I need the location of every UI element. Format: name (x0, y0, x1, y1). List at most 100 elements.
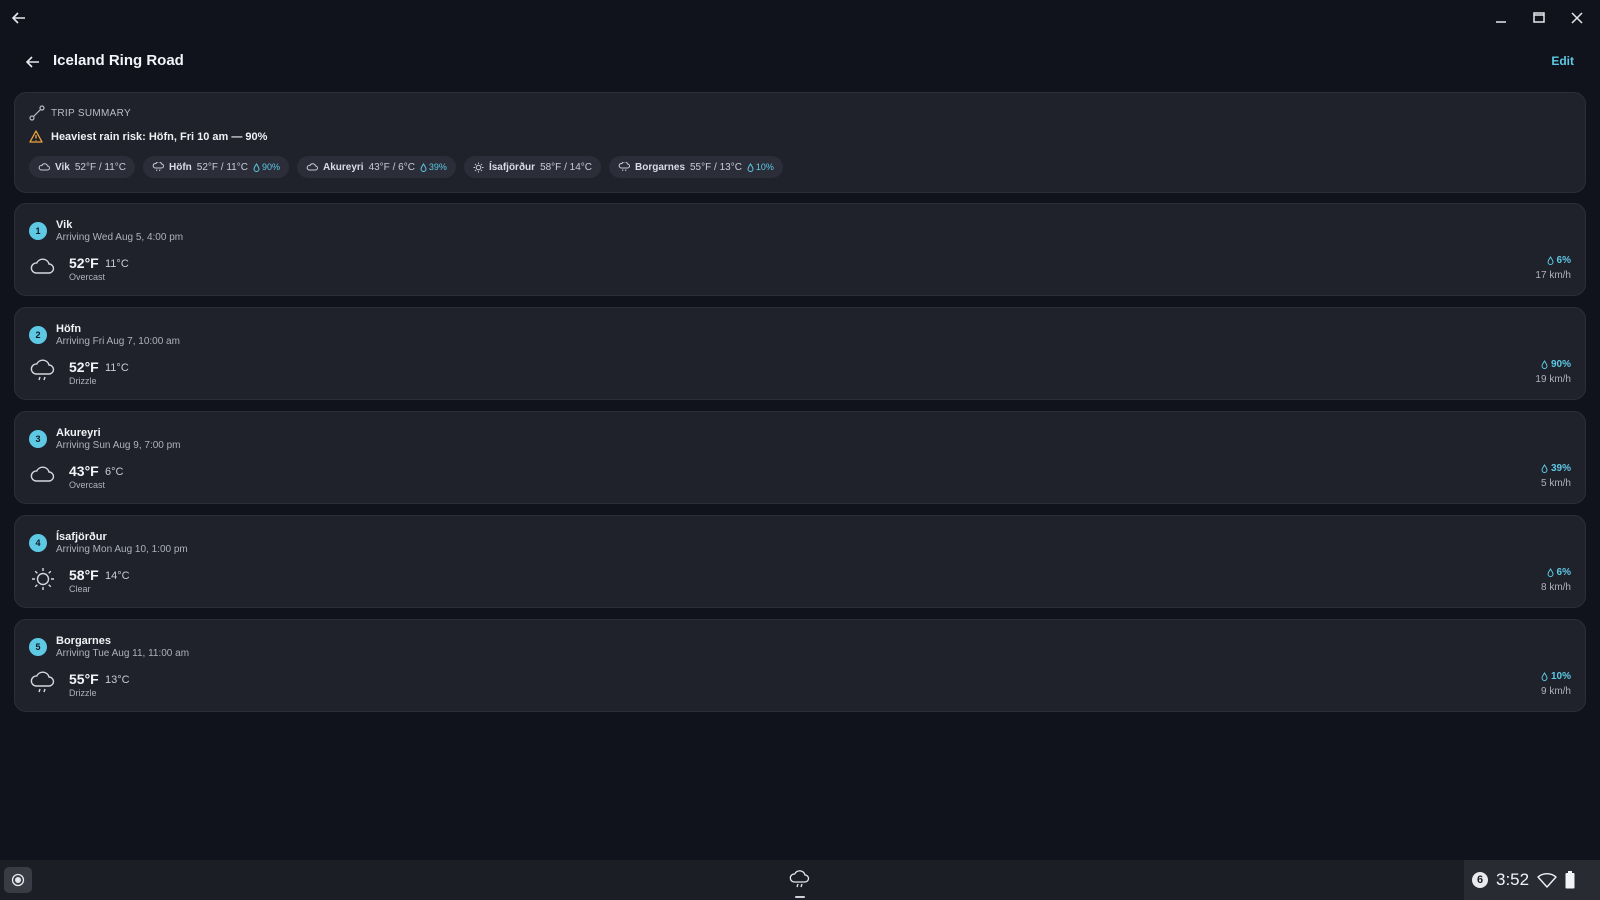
stop-card-vik[interactable]: 1 Vik Arriving Wed Aug 5, 4:00 pm 52°F 1… (14, 203, 1586, 296)
temp-celsius: 11°C (105, 362, 129, 374)
summary-chip-vik[interactable]: Vik 52°F / 11°C (29, 156, 136, 178)
precip-value: 6% (1556, 567, 1571, 578)
chip-precip-value: 39% (428, 162, 447, 172)
stop-name: Ísafjörður (56, 531, 107, 543)
temp-celsius: 6°C (105, 466, 124, 478)
droplet-icon (420, 162, 427, 172)
arrow-left-icon (11, 12, 25, 24)
stop-number-badge: 4 (29, 534, 47, 552)
stop-number-badge: 1 (29, 222, 47, 240)
maximize-button[interactable] (1524, 5, 1554, 31)
chip-precip-value: 10% (755, 162, 774, 172)
window-titlebar (0, 0, 1600, 36)
drizzle-icon (30, 359, 55, 381)
notification-badge[interactable]: 6 (1472, 872, 1488, 888)
stop-name: Vik (56, 219, 73, 231)
launcher-button[interactable] (4, 867, 32, 893)
cloud-rain-icon (789, 870, 810, 888)
temp-celsius: 13°C (105, 674, 130, 686)
wind-speed: 8 km/h (1540, 582, 1571, 593)
sun-icon (32, 568, 54, 590)
chip-temp: 43°F / 6°C (368, 161, 415, 173)
clock: 3:52 (1496, 870, 1530, 889)
launcher-icon (11, 873, 25, 887)
summary-chip-akureyri[interactable]: Akureyri 43°F / 6°C 39% (296, 156, 456, 178)
rain-risk-text: Heaviest rain risk: Höfn, Fri 10 am — 90… (51, 130, 268, 143)
summary-chip-hofn[interactable]: Höfn 52°F / 11°C 90% (143, 156, 289, 178)
stop-arrival: Arriving Fri Aug 7, 10:00 am (56, 336, 180, 347)
weather-app-icon[interactable] (787, 867, 813, 893)
app-header: Iceland Ring Road Edit (0, 46, 1600, 78)
summary-chip-borgarnes[interactable]: Borgarnes 55°F / 13°C 10% (608, 156, 783, 178)
stop-name: Höfn (56, 323, 82, 335)
drizzle-icon (30, 671, 55, 693)
stop-arrival: Arriving Mon Aug 10, 1:00 pm (56, 544, 188, 555)
chip-name: Akureyri (322, 161, 364, 173)
chip-temp: 52°F / 11°C (196, 161, 248, 173)
condition: Clear (69, 584, 91, 594)
back-button[interactable] (22, 51, 44, 73)
cloud-icon (30, 466, 55, 482)
temp-celsius: 14°C (105, 570, 130, 582)
precip-chance: 6% (1541, 567, 1571, 578)
cloud-icon (30, 258, 55, 274)
stop-card-akureyri[interactable]: 3 Akureyri Arriving Sun Aug 9, 7:00 pm 4… (14, 411, 1586, 504)
maximize-icon (1533, 12, 1545, 23)
cloud-icon (38, 163, 50, 171)
temp-fahrenheit: 52°F (69, 359, 99, 375)
droplet-icon (253, 162, 260, 172)
stop-number-badge: 2 (29, 326, 47, 344)
stop-card-isafjordur[interactable]: 4 Ísafjörður Arriving Mon Aug 10, 1:00 p… (14, 515, 1586, 608)
close-icon (1571, 12, 1583, 24)
stop-card-borgarnes[interactable]: 5 Borgarnes Arriving Tue Aug 11, 11:00 a… (14, 619, 1586, 712)
route-icon (29, 105, 45, 121)
drizzle-icon (152, 162, 164, 172)
chip-precip: 10% (747, 162, 774, 172)
droplet-icon (747, 162, 754, 172)
precip-chance: 10% (1541, 671, 1571, 682)
chip-temp: 58°F / 14°C (540, 161, 592, 173)
droplet-icon (1541, 672, 1548, 681)
wind-speed: 17 km/h (1535, 270, 1571, 281)
precip-value: 39% (1550, 463, 1571, 474)
precip-value: 6% (1556, 255, 1571, 266)
temp-fahrenheit: 43°F (69, 463, 99, 479)
precip-chance: 90% (1535, 359, 1571, 370)
precip-value: 10% (1550, 671, 1571, 682)
droplet-icon (1541, 464, 1548, 473)
chip-precip-value: 90% (261, 162, 280, 172)
page-title: Iceland Ring Road (53, 52, 184, 69)
stop-arrival: Arriving Wed Aug 5, 4:00 pm (56, 232, 184, 243)
summary-chip-isafjordur[interactable]: Ísafjörður 58°F / 14°C (463, 156, 601, 178)
stop-arrival: Arriving Sun Aug 9, 7:00 pm (56, 440, 181, 451)
drizzle-icon (618, 162, 630, 172)
summary-label: TRIP SUMMARY (51, 107, 131, 119)
precip-value: 90% (1550, 359, 1571, 370)
precip-chance: 39% (1541, 463, 1571, 474)
wifi-icon (1537, 873, 1557, 888)
chip-precip: 39% (420, 162, 447, 172)
condition: Overcast (69, 480, 106, 490)
chip-name: Ísafjörður (488, 161, 536, 173)
temp-fahrenheit: 58°F (69, 567, 99, 583)
chip-name: Höfn (169, 161, 192, 173)
wind-speed: 19 km/h (1535, 374, 1571, 385)
chip-name: Borgarnes (634, 161, 685, 173)
chip-temp: 52°F / 11°C (74, 161, 127, 173)
stop-chips: Vik 52°F / 11°C Höfn 52°F / 11°C 90% Aku… (29, 156, 783, 178)
edit-button[interactable]: Edit (1551, 54, 1574, 68)
minimize-button[interactable] (1486, 5, 1516, 31)
stop-card-hofn[interactable]: 2 Höfn Arriving Fri Aug 7, 10:00 am 52°F… (14, 307, 1586, 400)
chip-precip: 90% (253, 162, 280, 172)
window-back-button[interactable] (8, 7, 30, 29)
close-button[interactable] (1562, 5, 1592, 31)
stop-name: Akureyri (56, 427, 101, 439)
status-area[interactable]: 6 3:52 (1464, 860, 1600, 900)
condition: Drizzle (69, 376, 97, 386)
arrow-left-icon (25, 56, 39, 68)
stop-arrival: Arriving Tue Aug 11, 11:00 am (56, 648, 190, 659)
chip-name: Vik (55, 161, 70, 173)
droplet-icon (1547, 256, 1554, 265)
temp-celsius: 11°C (105, 258, 129, 270)
stop-number-badge: 5 (29, 638, 47, 656)
